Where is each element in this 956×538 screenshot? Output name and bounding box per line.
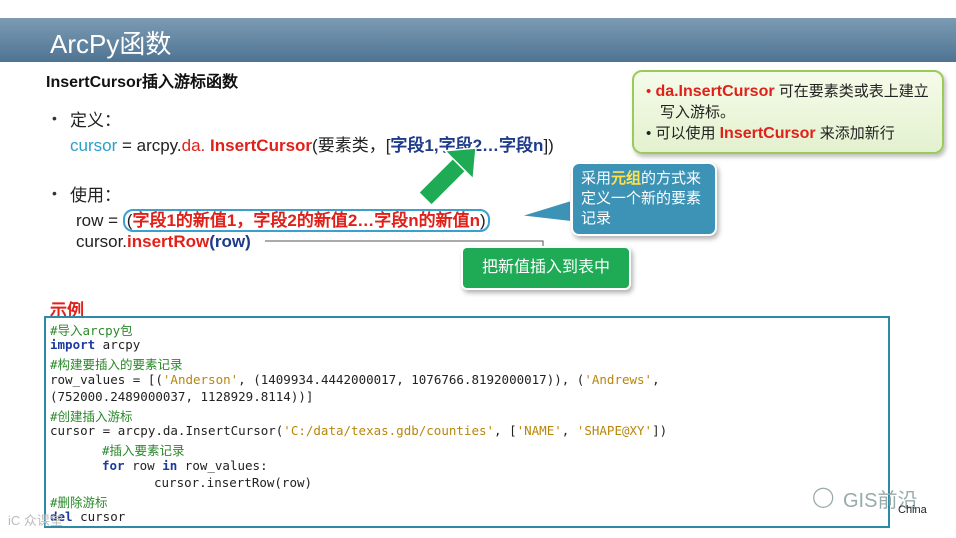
code-line: cursor = arcpy.da.InsertCursor('C:/data/…: [50, 423, 668, 439]
wechat-icon: ◯: [812, 486, 835, 508]
code-line: #导入arcpy包: [50, 323, 133, 338]
note-highlight: InsertCursor: [719, 125, 816, 142]
callout-highlight: 元组: [611, 170, 642, 187]
bullet: •: [646, 83, 652, 100]
bullet: •: [646, 125, 652, 142]
note-item: • 可以使用 InsertCursor 来添加新行: [646, 123, 932, 144]
code-line: for row in row_values:: [102, 457, 268, 473]
code-line: #插入要素记录: [102, 443, 185, 459]
code-line: cursor.insertRow(row): [154, 474, 313, 490]
code-line: #构建要插入的要素记录: [50, 357, 183, 373]
watermark-left: iC 众课堂: [8, 513, 63, 528]
code-line: #删除游标: [50, 495, 108, 510]
note-box: • da.InsertCursor 可在要素类或表上建立写入游标。 • 可以使用…: [632, 70, 944, 154]
callout-pre: 采用: [581, 170, 612, 187]
code-line: (752000.2489000037, 1128929.8114))]: [50, 388, 314, 404]
code-line: row_values = [('Anderson', (1409934.4442…: [50, 371, 660, 387]
code-block: #导入arcpy包 import arcpy #构建要插入的要素记录 row_valu…: [44, 316, 890, 528]
note-item: • da.InsertCursor 可在要素类或表上建立写入游标。: [646, 81, 932, 123]
tuple-callout: 采用元组的方式来定义一个新的要素记录: [571, 162, 717, 236]
green-arrow: [417, 147, 477, 207]
note-highlight: da.InsertCursor: [655, 83, 775, 100]
note-text: 来添加新行: [815, 125, 895, 142]
code-line: import arcpy: [50, 337, 141, 353]
code-line: #创建插入游标: [50, 409, 133, 424]
insert-row-label: 把新值插入到表中: [461, 246, 631, 290]
watermark-right-small: China: [898, 504, 927, 516]
note-prefix: 可以使用: [655, 125, 720, 142]
